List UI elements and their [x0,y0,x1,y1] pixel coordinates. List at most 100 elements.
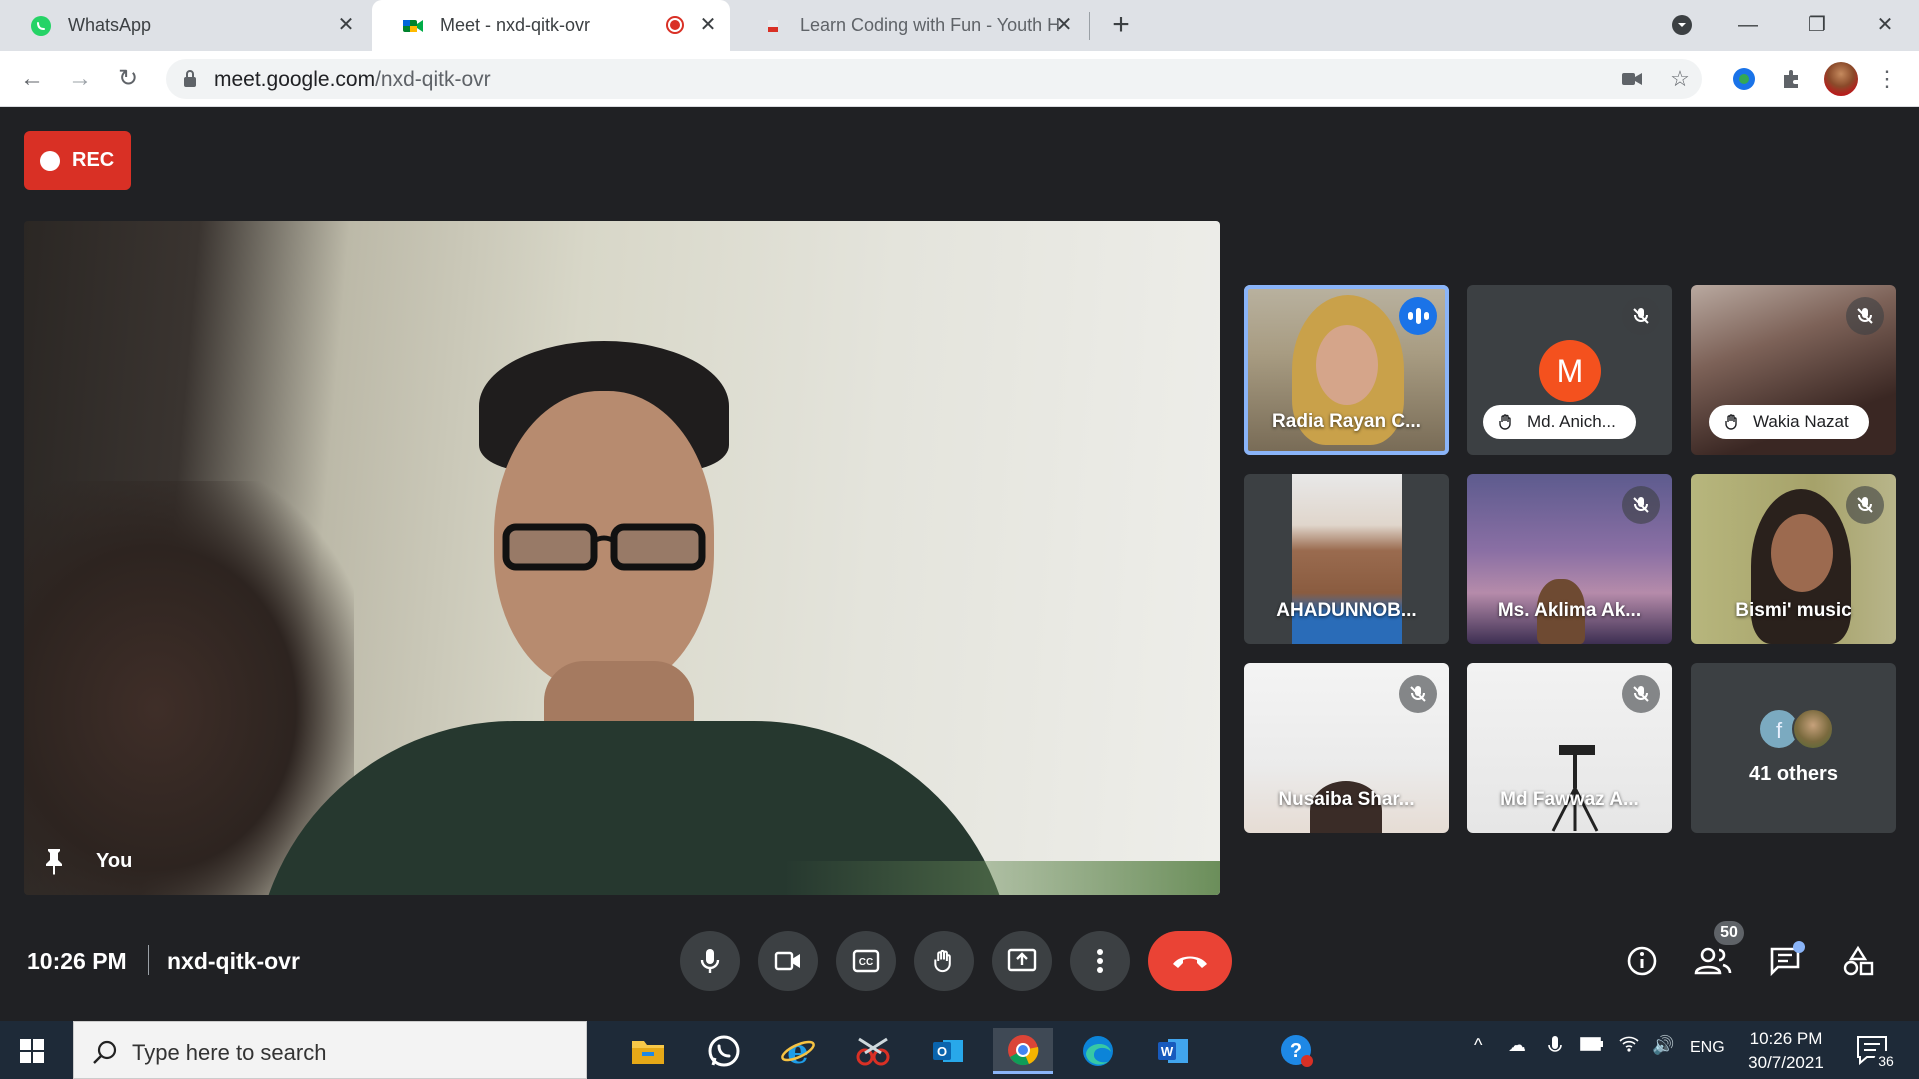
back-icon[interactable]: ← [16,63,48,95]
snipping-tool-icon[interactable] [843,1028,903,1074]
edge-icon[interactable] [1068,1028,1128,1074]
reload-icon[interactable]: ↻ [112,63,144,95]
windows-taskbar: Type here to search e O W ? ^ ☁ 🔊 ENG 10… [0,1021,1919,1079]
tab-title: Meet - nxd-qitk-ovr [440,15,591,35]
restore-icon[interactable]: ❐ [1797,10,1837,40]
raise-hand-button[interactable] [914,931,974,991]
participant-tile-6[interactable]: Bismi' music [1691,474,1896,644]
participant-tile-2[interactable]: M Md. Anich... [1467,285,1672,455]
recording-badge: REC [24,131,131,190]
tab-search-button[interactable] [1662,10,1702,40]
minimize-icon[interactable]: — [1728,10,1768,40]
extensions-puzzle-icon[interactable] [1778,65,1806,93]
url-host: meet.google.com [214,68,376,91]
meeting-code: nxd-qitk-ovr [167,948,300,974]
close-tab-icon[interactable]: ✕ [696,13,720,37]
word-icon[interactable]: W [1143,1028,1203,1074]
svg-text:?: ? [1290,1040,1302,1062]
camera-in-use-icon[interactable] [1618,65,1646,93]
people-button[interactable] [1693,941,1733,981]
self-video-tile[interactable]: You [24,221,1220,895]
participant-face [1316,325,1378,405]
leave-call-button[interactable] [1148,931,1232,991]
volume-icon[interactable]: 🔊 [1652,1035,1674,1056]
omnibox[interactable]: meet.google.com/nxd-qitk-ovr ☆ [166,59,1702,99]
clock-date: 30/7/2021 [1748,1053,1824,1072]
microphone-icon [700,949,720,973]
whatsapp-icon [30,15,52,37]
taskbar-search-box[interactable]: Type here to search [73,1021,587,1079]
rec-label: REC [72,149,115,171]
more-vert-icon [1097,949,1103,973]
activities-button[interactable] [1838,941,1878,981]
new-tab-button[interactable]: + [1105,10,1137,42]
forward-icon[interactable]: → [64,63,96,95]
participant-tile-5[interactable]: Ms. Aklima Ak... [1467,474,1672,644]
microphone-tray-icon[interactable] [1548,1035,1562,1062]
raise-hand-icon [934,949,951,973]
mic-off-icon [1622,297,1660,335]
participant-tile-3[interactable]: Wakia Nazat [1691,285,1896,455]
lock-icon [182,69,198,94]
closed-captions-icon: CC [852,949,880,973]
tab-title: Learn Coding with Fun - Youth H [800,15,1060,35]
mic-off-icon [1846,486,1884,524]
url-text: meet.google.com/nxd-qitk-ovr [214,68,491,92]
speaking-indicator-icon [1399,297,1437,335]
show-hidden-icons-chevron-icon[interactable]: ^ [1474,1035,1482,1056]
meeting-details-button[interactable] [1622,941,1662,981]
divider [148,945,149,975]
info-icon [1627,946,1657,976]
mic-off-icon [1622,675,1660,713]
whatsapp-desktop-icon[interactable] [694,1028,754,1074]
more-options-button[interactable] [1070,931,1130,991]
chrome-icon[interactable] [993,1028,1053,1074]
url-path: /nxd-qitk-ovr [375,68,491,91]
participant-name: Md. Anich... [1527,412,1616,431]
activities-shapes-icon [1843,945,1874,976]
clock-time: 10:26 PM [1749,1029,1823,1048]
wifi-icon[interactable] [1618,1035,1640,1058]
bookmark-star-icon[interactable]: ☆ [1666,65,1694,93]
profile-avatar-icon[interactable] [1824,62,1858,96]
close-window-icon[interactable]: ✕ [1865,10,1905,40]
svg-text:O: O [937,1044,947,1059]
present-screen-button[interactable] [992,931,1052,991]
outlook-icon[interactable]: O [918,1028,978,1074]
tripod-icon [1551,745,1599,832]
raised-hand-pill: Md. Anich... [1483,405,1636,439]
internet-explorer-icon[interactable]: e [768,1028,828,1074]
address-toolbar: ← → ↻ meet.google.com/nxd-qitk-ovr ☆ ⋮ [0,51,1919,107]
file-explorer-icon[interactable] [618,1028,678,1074]
participant-tile-8[interactable]: Md Fawwaz A... [1467,663,1672,833]
pin-icon[interactable] [42,847,66,875]
camera-icon [774,951,800,971]
tab-meet[interactable]: Meet - nxd-qitk-ovr ✕ [372,0,730,51]
mic-off-icon [1399,675,1437,713]
svg-text:e: e [787,1034,809,1068]
microphone-button[interactable] [680,931,740,991]
captions-button[interactable]: CC [836,931,896,991]
tab-learn-coding[interactable]: Learn Coding with Fun - Youth H ✕ [732,0,1086,51]
search-placeholder: Type here to search [132,1040,327,1065]
participant-tile-7[interactable]: Nusaiba Shar... [1244,663,1449,833]
participant-name: Ms. Aklima Ak... [1497,600,1642,621]
taskbar-clock[interactable]: 10:26 PM 30/7/2021 [1730,1027,1842,1075]
tab-whatsapp[interactable]: WhatsApp ✕ [0,0,368,51]
extension-music-icon[interactable] [1730,65,1758,93]
tab-divider [1089,12,1090,40]
google-meet-icon [402,15,424,37]
language-indicator[interactable]: ENG [1690,1039,1725,1057]
participant-tile-1[interactable]: Radia Rayan C... [1244,285,1449,455]
camera-button[interactable] [758,931,818,991]
close-tab-icon[interactable]: ✕ [334,13,358,37]
participant-tile-4[interactable]: AHADUNNOB... [1244,474,1449,644]
others-tile[interactable]: f 41 others [1691,663,1896,833]
menu-kebab-icon[interactable]: ⋮ [1873,65,1901,93]
close-tab-icon[interactable]: ✕ [1052,13,1076,37]
mic-off-icon [1622,486,1660,524]
help-icon[interactable]: ? [1267,1028,1327,1074]
onedrive-cloud-icon[interactable]: ☁ [1508,1035,1526,1056]
battery-icon[interactable] [1580,1035,1604,1056]
windows-start-icon[interactable] [20,1039,44,1063]
